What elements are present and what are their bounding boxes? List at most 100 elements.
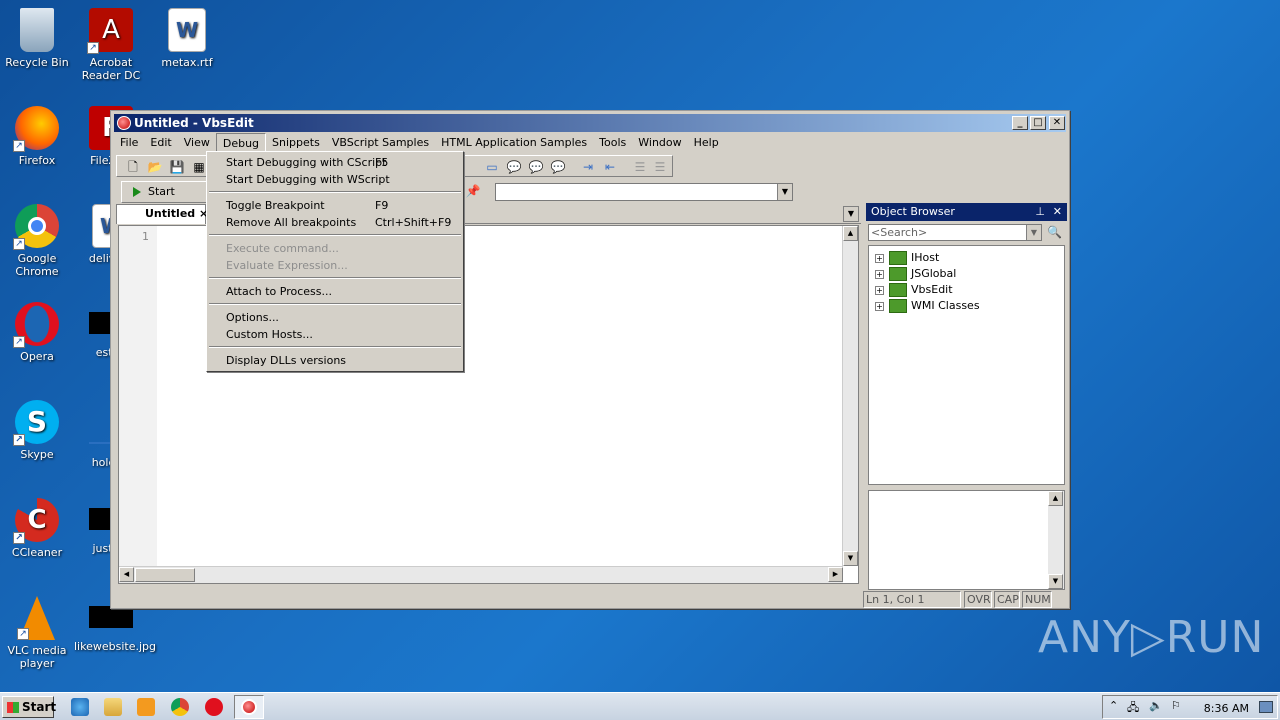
show-hidden-icons-icon[interactable]: ⌃ [1109,699,1118,712]
pin-icon[interactable]: ⊥ [1035,203,1045,221]
clock[interactable]: 8:36 AM [1204,702,1249,715]
menu-remove-all-breakpoints[interactable]: Remove All breakpoints Ctrl+Shift+F9 [209,214,461,231]
chevron-down-icon[interactable]: ▼ [1026,225,1041,240]
menu-help[interactable]: Help [688,133,725,152]
desktop-icon-acrobat[interactable]: A ↗ Acrobat Reader DC [74,8,148,82]
vertical-scrollbar[interactable]: ▲ ▼ [1048,491,1064,589]
new-file-icon[interactable]: 🗋 [125,159,141,175]
horizontal-scrollbar[interactable]: ◀ ▶ [119,566,843,583]
comment-icon[interactable]: 💬 [506,159,522,175]
menu-hta-samples[interactable]: HTML Application Samples [435,133,593,152]
network-icon[interactable]: 🖧 [1127,699,1139,718]
menu-toggle-breakpoint[interactable]: Toggle Breakpoint F9 [209,197,461,214]
start-debug-button[interactable]: Start Debug [121,181,211,218]
file-explorer-icon[interactable] [104,698,122,716]
cursor-position: Ln 1, Col 1 [863,591,961,608]
close-button[interactable]: ✕ [1049,116,1065,130]
object-browser-title: Object Browser ⊥ ✕ [866,203,1067,221]
media-player-icon[interactable] [137,698,155,716]
scroll-thumb[interactable] [135,568,195,582]
menu-snippets[interactable]: Snippets [266,133,326,152]
taskbar-vbsedit-button[interactable] [234,695,264,719]
comment-icon[interactable]: 💬 [528,159,544,175]
title-bar[interactable]: Untitled - VbsEdit _ □ ✕ [114,114,1066,132]
firefox-icon: ↗ [13,106,59,152]
menu-item-label: Execute command... [226,242,339,255]
expand-icon[interactable]: + [875,286,884,295]
word-document-icon: W [168,8,206,52]
object-search-input[interactable]: <Search> ▼ [868,224,1042,241]
menu-options[interactable]: Options... [209,309,461,326]
scroll-down-icon[interactable]: ▼ [843,551,858,566]
desktop-icon-opera[interactable]: ↗ Opera [0,302,74,363]
menu-start-wscript[interactable]: Start Debugging with WScript [209,171,461,188]
opera-icon[interactable] [205,698,223,716]
expand-icon[interactable]: + [875,302,884,311]
menu-vbscript-samples[interactable]: VBScript Samples [326,133,435,152]
procedure-combo[interactable]: ▼ [495,183,793,201]
tree-item-wmi-classes[interactable]: + WMI Classes [875,298,980,314]
menu-display-dlls[interactable]: Display DLLs versions [209,352,461,369]
menu-item-label: Display DLLs versions [226,354,347,367]
tab-untitled[interactable]: Untitled × [116,204,208,224]
desktop-icon-ccleaner[interactable]: C ↗ CCleaner [0,498,74,559]
list-icon[interactable]: ☰ [652,159,668,175]
menu-window[interactable]: Window [632,133,687,152]
tabs-dropdown-icon[interactable]: ▼ [843,206,859,222]
desktop-icon-firefox[interactable]: ↗ Firefox [0,106,74,167]
action-center-flag-icon[interactable]: ⚐ [1171,699,1181,712]
desktop-icon-label: Google Chrome [15,252,59,278]
tree-item-vbsedit[interactable]: + VbsEdit [875,282,953,298]
scroll-right-icon[interactable]: ▶ [828,567,843,582]
desktop-icon-skype[interactable]: S ↗ Skype [0,400,74,461]
save-icon[interactable]: 💾 [169,159,185,175]
menu-attach-to-process[interactable]: Attach to Process... [209,283,461,300]
outdent-icon[interactable]: ⇤ [602,159,618,175]
save-all-icon[interactable]: ▦ [191,159,207,175]
desktop-icon-chrome[interactable]: ↗ Google Chrome [0,204,74,278]
menu-edit[interactable]: Edit [144,133,177,152]
vertical-scrollbar[interactable]: ▲ ▼ [842,226,858,566]
chevron-down-icon[interactable]: ▼ [777,184,792,200]
uncomment-icon[interactable]: 💬 [550,159,566,175]
show-desktop-icon[interactable] [1259,701,1273,713]
expand-icon[interactable]: + [875,254,884,263]
expand-icon[interactable]: + [875,270,884,279]
minimize-button[interactable]: _ [1012,116,1028,130]
desktop-icon-label: Recycle Bin [5,56,69,69]
find-icon[interactable]: 🔍 [1047,225,1062,239]
menu-tools[interactable]: Tools [593,133,632,152]
desktop-icon-label: likewebsite.jpg [74,640,156,653]
desktop-icon-vlc[interactable]: ↗ VLC media player [0,596,74,670]
shortcut-arrow-icon: ↗ [87,42,99,54]
scroll-down-icon[interactable]: ▼ [1048,574,1063,589]
tree-item-jsglobal[interactable]: + JSGlobal [875,266,956,282]
maximize-button[interactable]: □ [1030,116,1046,130]
tree-item-ihost[interactable]: + IHost [875,250,939,266]
window-icon[interactable]: ▭ [484,159,500,175]
open-folder-icon[interactable]: 📂 [147,159,163,175]
menu-file[interactable]: File [114,133,144,152]
menu-debug[interactable]: Debug [215,133,267,152]
chrome-icon[interactable] [171,698,189,716]
scroll-up-icon[interactable]: ▲ [1048,491,1063,506]
desktop-icon-metax[interactable]: W metax.rtf [150,8,224,69]
indent-icon[interactable]: ⇥ [580,159,596,175]
menu-view[interactable]: View [178,133,216,152]
menu-start-cscript[interactable]: Start Debugging with CScript F5 [209,154,461,171]
volume-icon[interactable]: 🔈 [1149,699,1163,712]
close-icon[interactable]: ✕ [1053,203,1062,221]
start-label: Start [22,700,57,714]
object-description-pane[interactable]: ▲ ▼ [868,490,1065,590]
breakpoint-pin-icon[interactable]: 📌 [465,183,481,199]
edit-toolbar: ▭ 💬 💬 💬 ⇥ ⇤ ☰ ☰ [461,155,673,177]
list-icon[interactable]: ☰ [632,159,648,175]
start-button[interactable]: Start [2,696,57,718]
menu-shortcut: F9 [375,199,389,212]
menu-custom-hosts[interactable]: Custom Hosts... [209,326,461,343]
scroll-up-icon[interactable]: ▲ [843,226,858,241]
menu-item-label: Start Debugging with CScript [226,156,387,169]
internet-explorer-icon[interactable] [71,698,89,716]
desktop-icon-recycle-bin[interactable]: Recycle Bin [0,8,74,69]
scroll-left-icon[interactable]: ◀ [119,567,134,582]
